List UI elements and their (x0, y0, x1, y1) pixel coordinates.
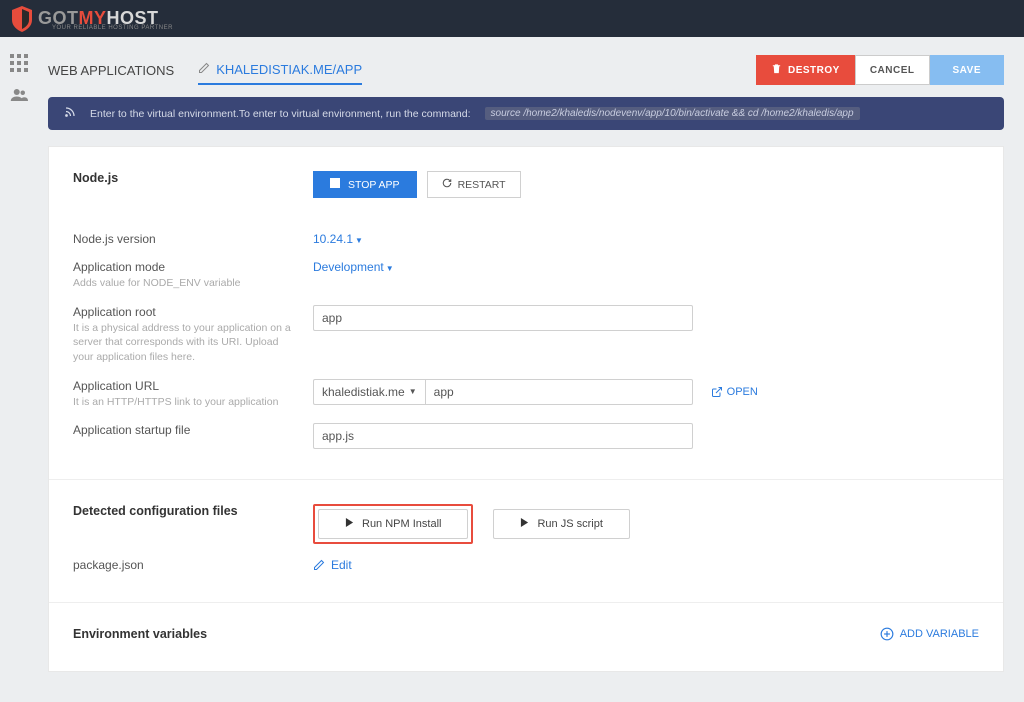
header-row: WEB APPLICATIONS KHALEDISTIAK.ME/APP DES… (48, 47, 1004, 85)
plus-circle-icon (880, 627, 894, 641)
stop-icon (330, 178, 340, 191)
logo-tagline: YOUR RELIABLE HOSTING PARTNER (52, 25, 173, 31)
startup-label: Application startup file (73, 423, 313, 437)
topbar: GOTMYHOST YOUR RELIABLE HOSTING PARTNER (0, 0, 1024, 37)
destroy-button[interactable]: DESTROY (756, 55, 855, 85)
chevron-down-icon: ▼ (355, 236, 363, 245)
play-icon (345, 518, 354, 530)
sidebar (0, 37, 38, 661)
divider (49, 602, 1003, 603)
root-label: Application root (73, 305, 313, 319)
env-title: Environment variables (73, 627, 207, 641)
npm-install-button[interactable]: Run NPM Install (318, 509, 468, 539)
trash-icon (771, 63, 782, 77)
breadcrumb-current[interactable]: KHALEDISTIAK.ME/APP (198, 56, 362, 85)
info-command[interactable]: source /home2/khaledis/nodevenv/app/10/b… (485, 107, 860, 120)
root-help: It is a physical address to your applica… (73, 321, 293, 365)
cancel-button[interactable]: CANCEL (855, 55, 930, 85)
breadcrumb-root[interactable]: WEB APPLICATIONS (48, 57, 174, 84)
info-bar: Enter to the virtual environment.To ente… (48, 97, 1004, 130)
info-text: Enter to the virtual environment.To ente… (90, 108, 471, 120)
chevron-down-icon: ▼ (386, 264, 394, 273)
startup-input[interactable] (313, 423, 693, 449)
external-link-icon (711, 386, 723, 398)
domain-select[interactable]: khaledistiak.me▼ (313, 379, 425, 405)
logo-shield-icon (10, 6, 34, 32)
sidebar-apps-icon[interactable] (0, 47, 38, 79)
mode-select[interactable]: Development▼ (313, 260, 394, 274)
pencil-icon (313, 559, 325, 571)
breadcrumb-current-label: KHALEDISTIAK.ME/APP (216, 62, 362, 77)
package-label: package.json (73, 558, 313, 572)
destroy-label: DESTROY (788, 65, 840, 76)
url-label: Application URL (73, 379, 313, 393)
add-variable-button[interactable]: ADD VARIABLE (880, 627, 979, 641)
config-title: Detected configuration files (73, 504, 238, 518)
mode-help: Adds value for NODE_ENV variable (73, 276, 293, 291)
breadcrumb: WEB APPLICATIONS KHALEDISTIAK.ME/APP (48, 56, 362, 85)
run-js-button[interactable]: Run JS script (493, 509, 629, 539)
version-label: Node.js version (73, 232, 313, 246)
nodejs-panel: Node.js STOP APP RESTART Node.js version… (48, 146, 1004, 672)
edit-link[interactable]: Edit (313, 558, 352, 572)
stop-app-button[interactable]: STOP APP (313, 171, 417, 198)
version-select[interactable]: 10.24.1▼ (313, 232, 363, 246)
sidebar-users-icon[interactable] (0, 79, 38, 111)
action-buttons: DESTROY CANCEL SAVE (756, 55, 1004, 85)
rss-icon (64, 106, 76, 121)
chevron-down-icon: ▼ (409, 387, 417, 396)
url-help: It is an HTTP/HTTPS link to your applica… (73, 395, 293, 410)
open-link[interactable]: OPEN (711, 386, 758, 398)
restart-button[interactable]: RESTART (427, 171, 521, 198)
url-path-input[interactable] (425, 379, 693, 405)
pencil-icon (198, 62, 210, 77)
restart-icon (442, 178, 452, 191)
nodejs-title: Node.js (73, 171, 118, 185)
highlight-box: Run NPM Install (313, 504, 473, 544)
divider (49, 479, 1003, 480)
root-input[interactable] (313, 305, 693, 331)
save-button[interactable]: SAVE (930, 55, 1005, 85)
mode-label: Application mode (73, 260, 313, 274)
play-icon (520, 518, 529, 530)
